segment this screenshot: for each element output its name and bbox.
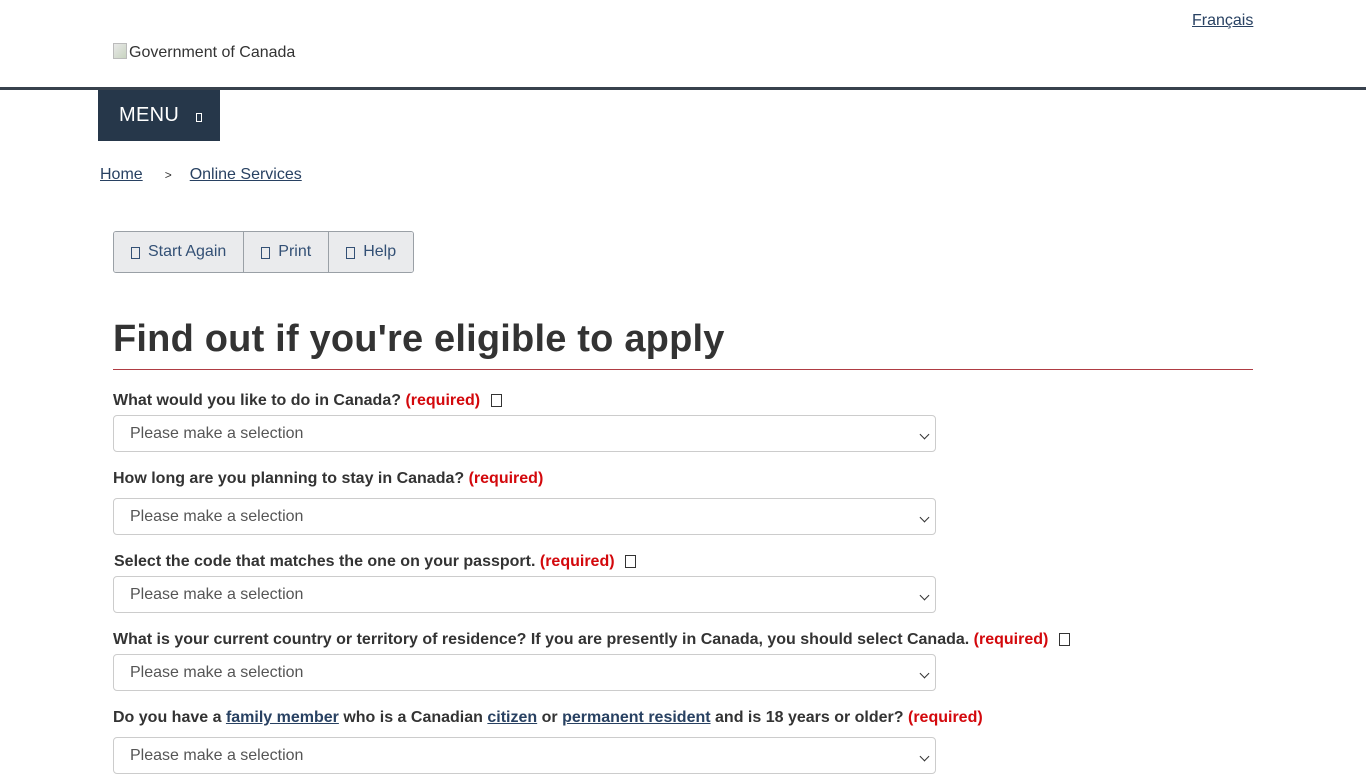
required-marker: (required) [405,392,481,409]
chevron-down-icon [919,590,930,601]
question-text: Select the code that matches the one on … [114,553,536,570]
breadcrumb: Home > Online Services [100,166,302,184]
question-passport-label: Select the code that matches the one on … [114,553,636,571]
chevron-down-icon [919,429,930,440]
select-value: Please make a selection [130,507,304,525]
info-icon[interactable] [490,394,502,407]
menu-button[interactable]: MENU [98,90,220,141]
family-member-link[interactable]: family member [226,709,339,726]
permanent-resident-link[interactable]: permanent resident [562,709,710,726]
info-icon[interactable] [625,555,636,568]
required-marker: (required) [908,709,983,726]
government-of-canada-logo[interactable]: Government of Canada [113,43,296,62]
logo-alt-text: Government of Canada [129,44,296,61]
family-member-select[interactable]: Please make a selection [113,737,936,774]
citizen-link[interactable]: citizen [487,709,537,726]
menu-label: MENU [119,104,180,126]
language-toggle-link[interactable]: Français [1192,12,1253,30]
select-value: Please make a selection [130,585,304,603]
question-duration-label: How long are you planning to stay in Can… [113,470,543,488]
question-text: What is your current country or territor… [113,631,970,648]
start-again-label: Start Again [148,243,227,260]
required-marker: (required) [539,553,615,570]
print-button[interactable]: Print [244,232,330,272]
help-label: Help [363,243,397,260]
breadcrumb-online-services-link[interactable]: Online Services [190,166,302,184]
info-icon[interactable] [1058,633,1070,646]
required-marker: (required) [973,631,1049,648]
title-underline [113,369,1253,370]
print-icon [261,247,271,259]
action-button-group: Start Again Print Help [113,231,415,273]
refresh-icon [131,247,140,259]
page-title: Find out if you're eligible to apply [113,318,725,360]
question-text: How long are you planning to stay in Can… [113,470,465,487]
question-purpose-label: What would you like to do in Canada? (re… [113,392,502,410]
duration-select[interactable]: Please make a selection [113,498,936,535]
breadcrumb-home-link[interactable]: Home [100,166,143,184]
select-value: Please make a selection [130,424,304,442]
breadcrumb-separator: > [164,168,172,182]
question-text: and is 18 years or older? [715,709,904,726]
residence-select[interactable]: Please make a selection [113,654,936,691]
question-residence-label: What is your current country or territor… [113,631,1070,649]
help-icon [346,247,356,259]
chevron-down-icon [919,512,930,523]
start-again-button[interactable]: Start Again [114,232,245,272]
question-text: What would you like to do in Canada? [113,392,401,409]
chevron-down-icon [919,668,930,679]
required-marker: (required) [468,470,544,487]
print-label: Print [278,243,312,260]
select-value: Please make a selection [130,663,304,681]
passport-code-select[interactable]: Please make a selection [113,576,936,613]
broken-image-icon [113,43,127,59]
question-text: Do you have a [113,709,222,726]
question-family-member-label: Do you have a family member who is a Can… [113,709,983,727]
question-text: who is a Canadian [343,709,483,726]
select-value: Please make a selection [130,746,304,764]
question-text: or [541,709,558,726]
purpose-select[interactable]: Please make a selection [113,415,936,452]
chevron-down-icon [919,751,930,762]
chevron-down-icon [196,113,203,122]
help-button[interactable]: Help [329,232,414,272]
